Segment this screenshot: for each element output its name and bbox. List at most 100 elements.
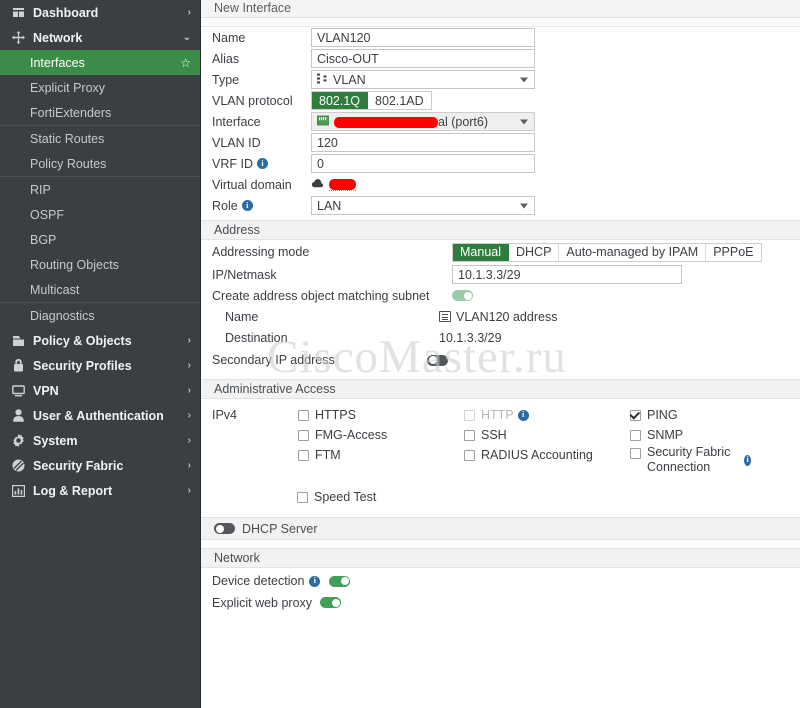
addressing-mode-segmented: Manual DHCP Auto-managed by IPAM PPPoE — [452, 242, 762, 262]
checkbox-box[interactable] — [630, 409, 641, 421]
admin-access-column-1: HTTPS FMG-Access FTM — [298, 405, 464, 475]
checkbox-box[interactable] — [298, 449, 309, 461]
sidebar-item-security-fabric[interactable]: Security Fabric › — [0, 453, 200, 478]
create-address-object-toggle[interactable] — [452, 290, 473, 301]
checkbox-ftm[interactable]: FTM — [298, 445, 464, 465]
redaction-bar — [334, 116, 438, 128]
info-icon[interactable]: i — [256, 158, 268, 169]
admin-access-section-header: Administrative Access — [201, 379, 800, 399]
chevron-right-icon: › — [187, 335, 191, 346]
chevron-right-icon: › — [187, 460, 191, 471]
sidebar-item-multicast[interactable]: Multicast — [0, 277, 200, 302]
sidebar-item-network[interactable]: Network ⌄ — [0, 25, 200, 50]
sidebar-item-log-report[interactable]: Log & Report › — [0, 478, 200, 503]
interface-select[interactable]: al (port6) — [311, 112, 535, 131]
sidebar-item-interfaces[interactable]: Interfaces ☆ — [0, 50, 200, 75]
sidebar-item-bgp[interactable]: BGP — [0, 227, 200, 252]
sidebar-item-policy-objects[interactable]: Policy & Objects › — [0, 328, 200, 353]
checkbox-fmg-access[interactable]: FMG-Access — [298, 425, 464, 445]
vlan-protocol-option-8021q[interactable]: 802.1Q — [312, 92, 369, 109]
name-label: Name — [212, 30, 246, 45]
alias-input[interactable] — [311, 49, 535, 68]
checkbox-box[interactable] — [297, 491, 308, 503]
cloud-vdom-icon — [311, 178, 324, 192]
secondary-ip-toggle[interactable] — [427, 354, 448, 366]
checkbox-box[interactable] — [630, 448, 641, 459]
dhcp-server-toggle[interactable] — [214, 523, 235, 534]
sidebar-item-vpn[interactable]: VPN › — [0, 378, 200, 403]
sidebar-item-label: Explicit Proxy — [30, 80, 106, 95]
field-row-explicit-web-proxy: Explicit web proxy — [201, 591, 800, 614]
interface-label: Interface — [212, 114, 261, 129]
vrf-id-input[interactable] — [311, 154, 535, 173]
checkbox-box[interactable] — [298, 429, 309, 441]
sidebar-item-policy-routes[interactable]: Policy Routes — [0, 151, 200, 176]
checkbox-snmp[interactable]: SNMP — [630, 425, 751, 445]
checkbox-http[interactable]: HTTP i — [464, 405, 630, 425]
ip-netmask-input[interactable] — [452, 265, 682, 284]
sidebar-item-label: Log & Report — [33, 483, 113, 498]
sidebar-item-rip[interactable]: RIP — [0, 177, 200, 202]
info-icon[interactable]: i — [241, 200, 253, 211]
sidebar-item-dashboard[interactable]: Dashboard › — [0, 0, 200, 25]
interface-value: al (port6) — [334, 115, 530, 129]
checkbox-radius-accounting[interactable]: RADIUS Accounting — [464, 445, 630, 465]
toolbar-strip — [201, 18, 800, 27]
sidebar-item-ospf[interactable]: OSPF — [0, 202, 200, 227]
vlan-protocol-option-8021ad[interactable]: 802.1AD — [368, 92, 431, 109]
field-row-name: Name — [201, 27, 800, 48]
sidebar-item-static-routes[interactable]: Static Routes — [0, 126, 200, 151]
field-row-vlan-protocol: VLAN protocol 802.1Q 802.1AD — [201, 90, 800, 111]
checkbox-security-fabric-connection[interactable]: Security Fabric Connection i — [630, 445, 751, 475]
checkbox-ping[interactable]: PING — [630, 405, 751, 425]
addressing-mode-option-pppoe[interactable]: PPPoE — [706, 243, 761, 261]
checkbox-box[interactable] — [298, 409, 309, 421]
type-select[interactable]: VLAN — [311, 70, 535, 89]
checkbox-box[interactable] — [464, 409, 475, 421]
name-input[interactable] — [311, 28, 535, 47]
checkbox-label: SSH — [481, 428, 507, 442]
chevron-down-icon — [520, 77, 528, 82]
sidebar-item-system[interactable]: System › — [0, 428, 200, 453]
physical-port-icon — [317, 115, 329, 129]
addressing-mode-option-dhcp[interactable]: DHCP — [509, 243, 560, 261]
field-row-role: Role i LAN — [201, 195, 800, 216]
device-detection-label: Device detection i — [212, 574, 351, 588]
chevron-right-icon: › — [187, 385, 191, 396]
role-select[interactable]: LAN — [311, 196, 535, 215]
chart-bar-icon — [10, 484, 26, 497]
lock-icon — [10, 359, 26, 372]
sidebar-item-fortiextenders[interactable]: FortiExtenders — [0, 100, 200, 125]
addressing-mode-option-manual[interactable]: Manual — [453, 243, 509, 261]
explicit-web-proxy-label: Explicit web proxy — [212, 596, 342, 610]
checkbox-box[interactable] — [630, 429, 641, 441]
checkbox-https[interactable]: HTTPS — [298, 405, 464, 425]
checkbox-ssh[interactable]: SSH — [464, 425, 630, 445]
info-icon[interactable]: i — [309, 575, 321, 587]
type-value: VLAN — [333, 72, 366, 87]
field-row-vrf-id: VRF ID i — [201, 153, 800, 174]
sidebar-item-security-profiles[interactable]: Security Profiles › — [0, 353, 200, 378]
sidebar-item-user-authentication[interactable]: User & Authentication › — [0, 403, 200, 428]
device-detection-toggle[interactable] — [329, 575, 351, 587]
role-value: LAN — [317, 198, 342, 213]
addressing-mode-option-ipam[interactable]: Auto-managed by IPAM — [559, 243, 707, 261]
sidebar-item-explicit-proxy[interactable]: Explicit Proxy — [0, 75, 200, 100]
sidebar-item-diagnostics[interactable]: Diagnostics — [0, 303, 200, 328]
info-icon[interactable]: i — [744, 454, 751, 466]
sidebar-item-label: User & Authentication — [33, 408, 164, 423]
checkbox-speed-test[interactable]: Speed Test — [297, 487, 800, 507]
sidebar-item-label: Network — [33, 30, 83, 45]
sidebar-item-routing-objects[interactable]: Routing Objects — [0, 252, 200, 277]
info-icon[interactable]: i — [517, 409, 529, 421]
checkbox-box[interactable] — [464, 449, 475, 461]
checkbox-box[interactable] — [464, 429, 475, 441]
explicit-web-proxy-toggle[interactable] — [320, 597, 342, 608]
favorite-star-icon[interactable]: ☆ — [180, 56, 191, 70]
chevron-right-icon: › — [187, 485, 191, 496]
vlan-id-input[interactable] — [311, 133, 535, 152]
gear-icon — [10, 434, 26, 447]
address-object-icon — [439, 311, 451, 322]
admin-access-column-2: HTTP i SSH RADIUS Accounting — [464, 405, 630, 475]
virtual-domain-value[interactable] — [329, 178, 356, 191]
